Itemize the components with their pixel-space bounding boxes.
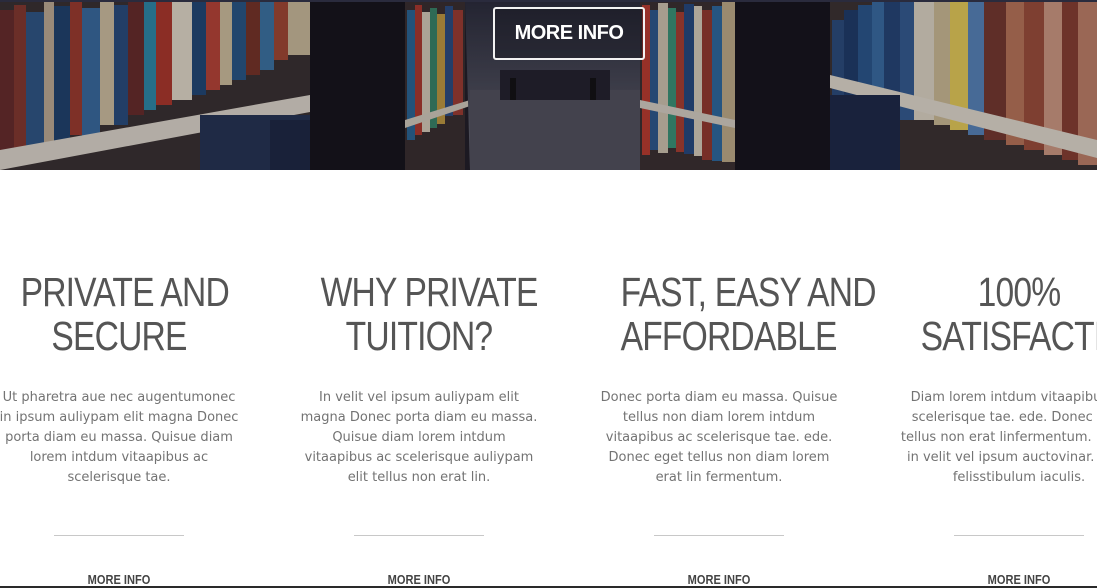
feature-fast-easy-affordable: FAST, EASY AND AFFORDABLE Donec porta di… bbox=[599, 270, 877, 587]
feature-description: Diam lorem intdum vitaapibus ac sceleris… bbox=[900, 390, 1097, 485]
feature-divider bbox=[654, 535, 784, 536]
feature-description: Donec porta diam eu massa. Quisue tellus… bbox=[600, 390, 838, 485]
feature-more-info-link[interactable]: MORE INFO bbox=[917, 572, 1097, 587]
hero-more-info-button[interactable]: MORE INFO bbox=[493, 7, 645, 60]
feature-description: In velit vel ipsum auliypam elit magna D… bbox=[300, 390, 538, 485]
feature-divider bbox=[954, 535, 1084, 536]
feature-divider bbox=[54, 535, 184, 536]
feature-title-line2: SECURE bbox=[51, 313, 187, 359]
feature-title-line2: TUITION? bbox=[345, 313, 493, 359]
feature-title-line2: AFFORDABLE bbox=[620, 313, 838, 359]
feature-title-line1: FAST, EASY AND bbox=[620, 269, 877, 315]
feature-title: WHY PRIVATE TUITION? bbox=[321, 270, 539, 359]
feature-title-line2: SATISFACTION bbox=[920, 313, 1097, 359]
feature-title: PRIVATE AND SECURE bbox=[21, 270, 230, 359]
feature-private-and-secure: PRIVATE AND SECURE Ut pharetra aue nec a… bbox=[0, 270, 239, 587]
feature-100-satisfaction: 100% SATISFACTION Diam lorem intdum vita… bbox=[899, 270, 1097, 587]
feature-title-line1: 100% bbox=[977, 269, 1062, 315]
feature-title: FAST, EASY AND AFFORDABLE bbox=[621, 270, 877, 358]
feature-more-info-link[interactable]: MORE INFO bbox=[317, 572, 521, 587]
feature-title: 100% SATISFACTION bbox=[921, 270, 1097, 358]
feature-divider bbox=[354, 535, 484, 536]
feature-why-private-tuition: WHY PRIVATE TUITION? In velit vel ipsum … bbox=[299, 270, 539, 587]
feature-more-info-link[interactable]: MORE INFO bbox=[17, 572, 221, 587]
feature-title-line1: PRIVATE AND bbox=[20, 269, 230, 315]
feature-more-info-link[interactable]: MORE INFO bbox=[617, 572, 821, 587]
hero-top-border bbox=[0, 0, 1097, 2]
feature-description: Ut pharetra aue nec augentumonec in ipsu… bbox=[0, 390, 239, 485]
feature-title-line1: WHY PRIVATE bbox=[320, 269, 539, 315]
hero-banner: MORE INFO bbox=[0, 0, 1097, 170]
